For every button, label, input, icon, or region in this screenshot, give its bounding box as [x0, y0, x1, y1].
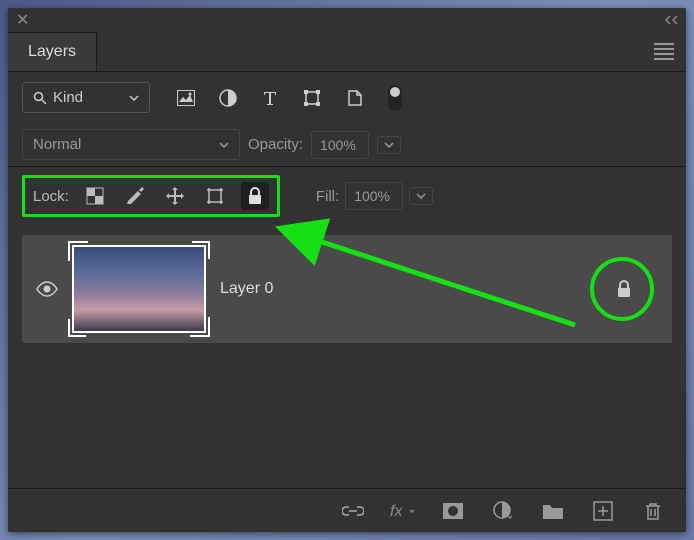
layer-list: Layer 0 — [8, 225, 686, 488]
opacity-dropdown[interactable] — [377, 136, 401, 154]
layer-mask-icon[interactable] — [440, 498, 466, 524]
blend-mode-select[interactable]: Normal — [22, 129, 240, 160]
delete-layer-icon[interactable] — [640, 498, 666, 524]
blend-row: Normal Opacity: 100% — [8, 123, 686, 167]
chevron-down-icon — [219, 142, 229, 148]
lock-controls-highlight: Lock: — [22, 175, 280, 217]
lock-label: Lock: — [33, 188, 69, 205]
panel-titlebar: ✕ — [8, 8, 686, 32]
fill-group: Fill: 100% — [316, 182, 433, 210]
filter-type-icon[interactable] — [258, 86, 282, 110]
fill-label: Fill: — [316, 188, 339, 205]
fill-input[interactable]: 100% — [345, 182, 403, 210]
filter-adjustment-icon[interactable] — [216, 86, 240, 110]
filter-kind-dropdown[interactable]: Kind — [22, 82, 150, 113]
tab-layers[interactable]: Layers — [8, 32, 97, 71]
layer-style-icon[interactable]: fx — [390, 498, 416, 524]
lock-all-icon[interactable] — [241, 182, 269, 210]
panel-menu-icon[interactable] — [654, 43, 674, 60]
link-layers-icon[interactable] — [340, 498, 366, 524]
filter-type-icons — [174, 85, 402, 111]
chevron-down-icon — [129, 95, 139, 101]
svg-text:fx: fx — [390, 503, 403, 520]
search-icon — [33, 91, 47, 105]
layer-lock-icon[interactable] — [604, 269, 644, 309]
new-layer-icon[interactable] — [590, 498, 616, 524]
visibility-icon[interactable] — [36, 281, 58, 297]
opacity-label: Opacity: — [248, 136, 303, 153]
layer-thumbnail[interactable] — [72, 245, 206, 333]
panel-tabbar: Layers — [8, 32, 686, 72]
group-icon[interactable] — [540, 498, 566, 524]
opacity-input[interactable]: 100% — [311, 131, 369, 159]
filter-row: Kind — [8, 72, 686, 123]
tab-label: Layers — [28, 43, 76, 60]
collapse-icon[interactable] — [662, 15, 678, 25]
lock-position-icon[interactable] — [161, 182, 189, 210]
filter-pixel-icon[interactable] — [174, 86, 198, 110]
close-icon[interactable]: ✕ — [16, 10, 29, 30]
lock-pixels-icon[interactable] — [121, 182, 149, 210]
layer-row[interactable]: Layer 0 — [22, 235, 672, 343]
layer-name[interactable]: Layer 0 — [220, 280, 273, 298]
fill-dropdown[interactable] — [409, 187, 433, 205]
blend-mode-value: Normal — [33, 136, 81, 153]
panel-bottom-bar: fx — [8, 488, 686, 532]
filter-shape-icon[interactable] — [300, 86, 324, 110]
adjustment-layer-icon[interactable] — [490, 498, 516, 524]
filter-kind-label: Kind — [53, 89, 83, 106]
filter-toggle[interactable] — [388, 85, 402, 111]
filter-smartobject-icon[interactable] — [342, 86, 366, 110]
lock-artboard-icon[interactable] — [201, 182, 229, 210]
lock-transparency-icon[interactable] — [81, 182, 109, 210]
lock-row: Lock: Fill: 100% — [8, 167, 686, 225]
layers-panel: ✕ Layers Kind Normal Opaci — [8, 8, 686, 532]
